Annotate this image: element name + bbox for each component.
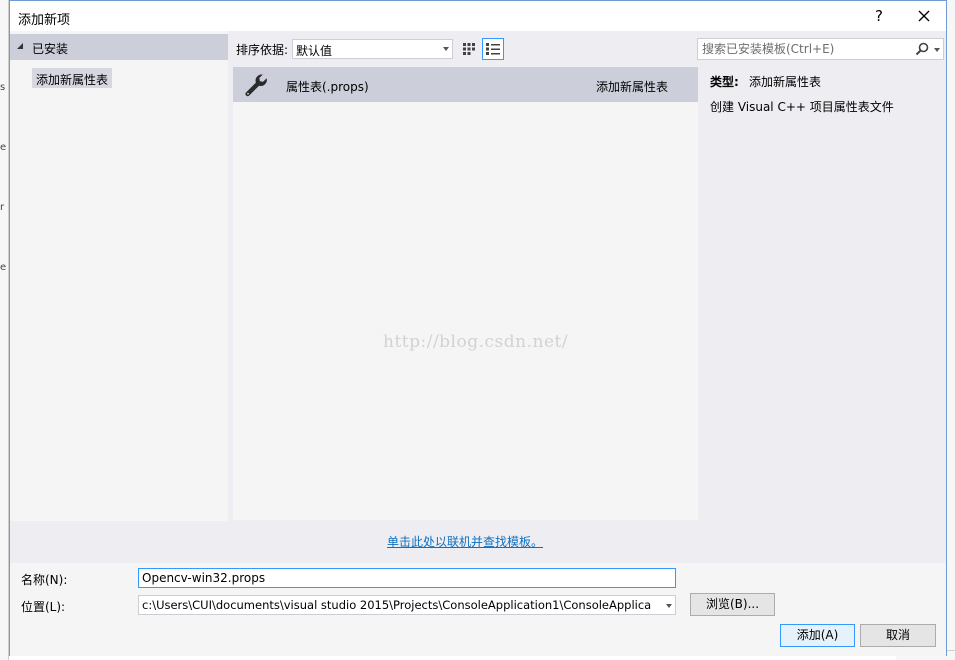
location-label: 位置(L):: [21, 600, 66, 614]
browse-button[interactable]: 浏览(B)...: [690, 593, 775, 616]
dialog-titlebar: 添加新项 ?: [10, 1, 946, 31]
background-glyph: e: [0, 262, 7, 273]
template-type: 添加新属性表: [596, 80, 669, 94]
chevron-down-icon: [666, 604, 672, 608]
list-view-button[interactable]: [482, 38, 504, 60]
template-name: 属性表(.props): [286, 80, 369, 94]
name-label: 名称(N):: [21, 573, 68, 587]
background-glyph: s: [0, 82, 6, 93]
template-item-property-sheet[interactable]: 属性表(.props) 添加新属性表: [233, 67, 698, 102]
close-button[interactable]: [910, 5, 938, 27]
sort-dropdown[interactable]: 默认值: [292, 39, 453, 59]
wrench-icon: [245, 74, 267, 97]
expand-arrow-icon: [17, 43, 23, 49]
detail-type-label: 类型:: [710, 75, 739, 89]
chevron-down-icon: [443, 47, 449, 51]
small-icons-view-icon: [463, 43, 475, 55]
background-glyph: e: [0, 142, 7, 153]
find-templates-online-link[interactable]: 单击此处以联机并查找模板。: [387, 533, 543, 550]
list-view-icon: [486, 43, 500, 55]
search-options-dropdown[interactable]: [934, 48, 940, 52]
template-tree: 已安装 添加新属性表: [10, 31, 228, 521]
search-installed-templates[interactable]: [697, 38, 944, 60]
sort-value: 默认值: [296, 44, 333, 58]
template-list: 属性表(.props) 添加新属性表 http://blog.csdn.net/: [233, 67, 698, 520]
item-form: 名称(N): 位置(L): c:\Users\CUI\documents\vis…: [10, 563, 946, 656]
cancel-button[interactable]: 取消: [860, 624, 936, 647]
detail-description: 创建 Visual C++ 项目属性表文件: [710, 100, 894, 114]
location-value: c:\Users\CUI\documents\visual studio 201…: [142, 598, 652, 612]
add-new-item-dialog: 添加新项 ? 已安装 添加新属性表 排序依据: 默认值 搜索已安装模板(Ctrl…: [9, 0, 947, 656]
small-icons-view-button[interactable]: [459, 39, 479, 59]
add-button[interactable]: 添加(A): [780, 624, 855, 647]
background-glyph: r: [0, 202, 5, 213]
sort-label: 排序依据:: [236, 43, 289, 57]
tree-node-label: 已安装: [32, 42, 69, 56]
watermark-text: http://blog.csdn.net/: [383, 332, 569, 352]
dialog-title: 添加新项: [18, 13, 71, 28]
location-dropdown[interactable]: c:\Users\CUI\documents\visual studio 201…: [138, 595, 676, 615]
search-icon[interactable]: [915, 42, 929, 56]
close-icon: [918, 10, 930, 22]
tree-item-add-property-sheet[interactable]: 添加新属性表: [32, 68, 113, 88]
search-input[interactable]: [702, 41, 908, 57]
template-details: 类型: 添加新属性表 创建 Visual C++ 项目属性表文件: [699, 67, 945, 520]
detail-type-value: 添加新属性表: [749, 75, 822, 89]
help-button[interactable]: ?: [866, 5, 892, 27]
background-window-left: s e r e: [0, 0, 9, 660]
name-input[interactable]: [138, 568, 676, 588]
tree-node-installed[interactable]: 已安装: [10, 34, 228, 60]
